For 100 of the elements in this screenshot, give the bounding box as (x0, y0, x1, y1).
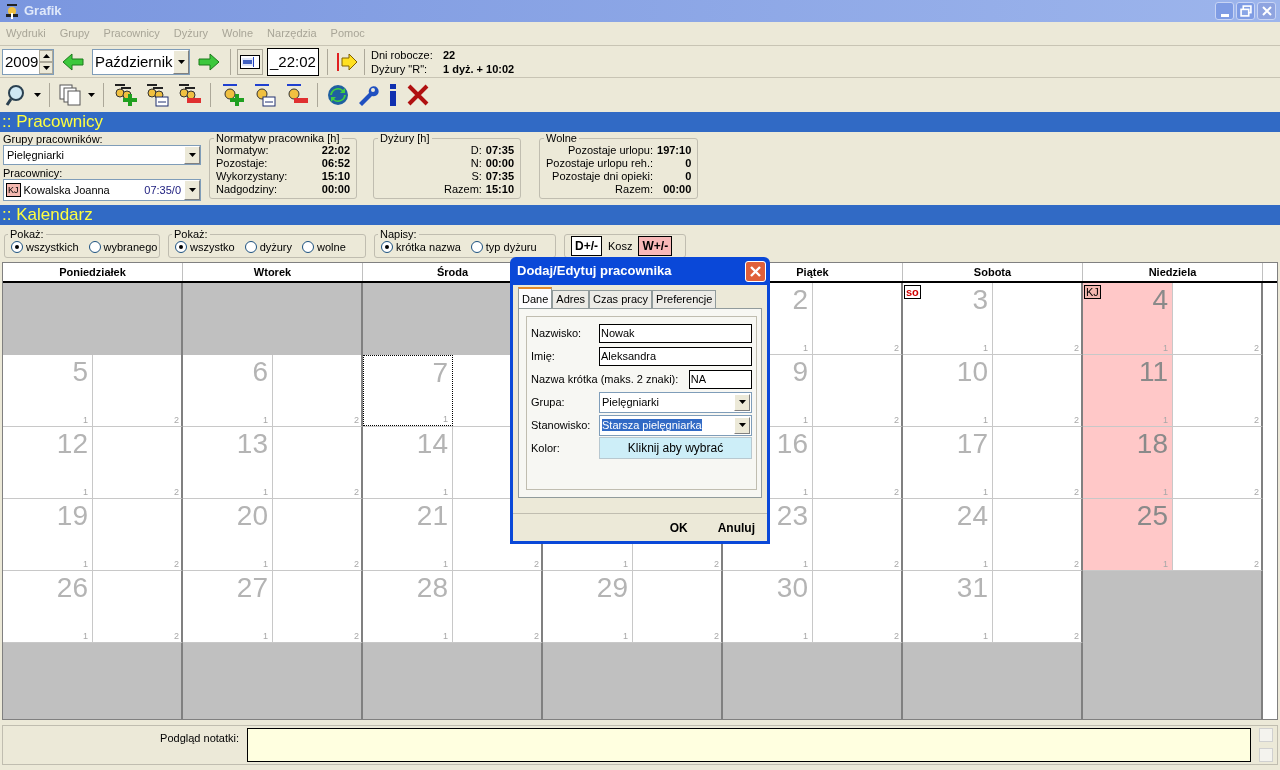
day-slot[interactable]: 2 (993, 427, 1081, 498)
refresh-icon[interactable] (326, 83, 350, 107)
radio-button[interactable] (175, 241, 187, 253)
day-slot[interactable]: 17 1 (903, 427, 993, 498)
stat-label: D: (469, 144, 482, 157)
day-slot[interactable]: 2 (273, 427, 361, 498)
tab[interactable]: Dane (518, 287, 553, 308)
day-slot[interactable]: 2 (453, 571, 541, 642)
day-slot[interactable]: 2 (813, 355, 901, 426)
tab[interactable]: Adres (552, 290, 590, 308)
tab[interactable]: Preferencje (652, 290, 717, 308)
color-button[interactable]: Kliknij aby wybrać (599, 437, 752, 459)
day-slot[interactable]: 29 1 (543, 571, 633, 642)
day-slot[interactable]: 2 (993, 571, 1081, 642)
day-number: 13 (236, 427, 268, 461)
day-slot[interactable]: 13 1 (183, 427, 273, 498)
calculator-button[interactable] (237, 48, 263, 75)
day-number: 12 (56, 427, 88, 461)
day-slot[interactable]: 2 (93, 499, 181, 570)
day-slot[interactable]: 2 (633, 571, 721, 642)
day-slot[interactable]: 5 1 (3, 355, 93, 426)
scrollbar[interactable] (1259, 728, 1273, 762)
dropdown-button[interactable] (184, 180, 200, 200)
day-slot[interactable]: 2 (273, 499, 361, 570)
day-slot[interactable]: 2 (993, 499, 1081, 570)
day-slot[interactable]: 2 (813, 571, 901, 642)
dropdown-button[interactable] (734, 416, 750, 434)
dropdown-button[interactable] (734, 393, 750, 411)
dropdown-button[interactable] (173, 49, 189, 74)
right-arrow-icon[interactable] (198, 52, 220, 71)
day-slot[interactable]: 2 (813, 427, 901, 498)
day-slot[interactable]: 2 (93, 427, 181, 498)
day-slot[interactable]: 27 1 (183, 571, 273, 642)
arrow-bar-icon[interactable] (336, 51, 358, 72)
slot-number: 1 (803, 415, 808, 425)
radio-button[interactable] (470, 241, 483, 253)
field-label: Nazwa krótka (maks. 2 znaki): (531, 371, 680, 387)
radio-button[interactable] (381, 241, 393, 253)
day-slot[interactable]: 2 (813, 499, 901, 570)
tab[interactable]: Czas pracy (589, 290, 653, 308)
radio-button[interactable] (244, 241, 257, 253)
minimize-button[interactable] (1215, 2, 1234, 20)
slot-number: 1 (623, 559, 628, 569)
field-label: Imię: (531, 348, 556, 364)
day-slot[interactable]: 30 1 (723, 571, 813, 642)
dropdown[interactable]: Starsza pielęgniarka (599, 414, 752, 436)
radio-button[interactable] (302, 241, 315, 253)
day-slot[interactable]: 10 1 (903, 355, 993, 426)
slot-number: 2 (894, 343, 899, 353)
text-field[interactable]: Nowak (599, 323, 752, 343)
text-field[interactable]: NA (688, 369, 752, 389)
notes-field[interactable] (247, 728, 1251, 762)
day-slot[interactable]: 2 (273, 571, 361, 642)
caret-icon[interactable] (88, 93, 95, 97)
day-slot[interactable]: 2 (1173, 499, 1261, 570)
day-slot[interactable]: 2 (993, 283, 1081, 354)
radio-button[interactable] (11, 241, 23, 253)
day-number: 19 (56, 499, 88, 533)
dropdown[interactable]: Pielęgniarki (599, 391, 752, 413)
slot-number: 1 (263, 415, 268, 425)
day-slot[interactable]: 2 (1173, 427, 1261, 498)
day-slot[interactable]: 2 (93, 571, 181, 642)
day-slot[interactable]: 2 (93, 355, 181, 426)
delete-icon[interactable] (406, 83, 430, 107)
day-slot[interactable]: 26 1 (3, 571, 93, 642)
day-slot[interactable]: 14 1 (363, 427, 453, 498)
month-dropdown[interactable]: Październik (92, 48, 190, 75)
dropdown-button[interactable] (184, 146, 200, 164)
day-slot[interactable]: 31 1 (903, 571, 993, 642)
day-slot[interactable]: 12 1 (3, 427, 93, 498)
day-slot[interactable]: 2 (813, 283, 901, 354)
day-slot[interactable]: 25 1 (1083, 499, 1173, 570)
day-slot[interactable]: 2 (993, 355, 1081, 426)
day-slot[interactable]: 20 1 (183, 499, 273, 570)
employee-dropdown[interactable]: KJ Kowalska Joanna 07:35/0 (3, 179, 201, 201)
day-slot[interactable]: 2 (273, 355, 361, 426)
day-slot[interactable]: 11 1 (1083, 355, 1173, 426)
time-field[interactable]: _22:02 (267, 47, 319, 76)
day-slot[interactable]: 18 1 (1083, 427, 1173, 498)
close-icon (1261, 6, 1272, 16)
day-slot[interactable]: 21 1 (363, 499, 453, 570)
people-edit-icon[interactable] (144, 82, 170, 108)
day-slot[interactable]: 2 (1173, 283, 1261, 354)
dialog-button[interactable]: OK (669, 518, 688, 537)
day-slot[interactable]: 7 1 (363, 355, 453, 426)
radio-button[interactable] (88, 241, 101, 253)
caret-icon[interactable] (34, 93, 41, 97)
text-field[interactable]: Aleksandra (599, 346, 752, 366)
year-spinner[interactable]: 2009 (2, 48, 54, 75)
people-add-icon[interactable] (112, 82, 138, 108)
dialog-button[interactable]: Anuluj (717, 518, 755, 537)
day-slot[interactable]: 28 1 (363, 571, 453, 642)
day-slot[interactable]: 19 1 (3, 499, 93, 570)
restore-button[interactable] (1236, 2, 1255, 20)
copy-icon[interactable] (58, 83, 82, 107)
group-dropdown[interactable]: Pielęgniarki (3, 145, 201, 165)
day-slot[interactable]: 6 1 (183, 355, 273, 426)
day-slot[interactable]: 2 (1173, 355, 1261, 426)
day-slot[interactable]: 24 1 (903, 499, 993, 570)
left-arrow-icon[interactable] (62, 52, 84, 71)
